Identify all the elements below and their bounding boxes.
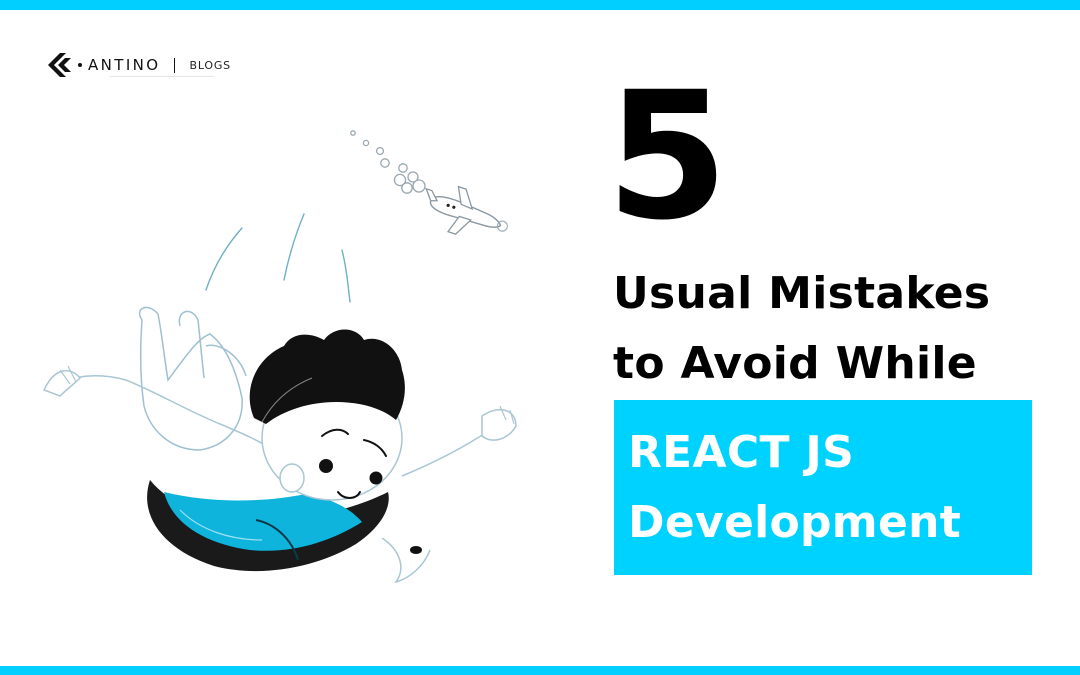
highlight-line-1: REACT JS <box>628 427 855 478</box>
bottom-accent-bar <box>0 666 1080 675</box>
headline-line-1: Usual Mistakes <box>613 268 991 319</box>
top-accent-bar <box>0 0 1080 10</box>
right-arm <box>401 429 491 477</box>
skydiving-character-illustration <box>42 130 517 584</box>
speed-lines <box>205 213 351 303</box>
headline-line-2: to Avoid While <box>613 338 977 389</box>
brand-name: ANTINO <box>88 56 161 74</box>
airplane-icon <box>425 185 508 235</box>
brand-header[interactable]: ANTINO BLOGS <box>48 52 231 78</box>
brand-separator <box>173 57 175 73</box>
brand-underline <box>110 76 214 77</box>
headline-number: 5 <box>606 54 729 259</box>
leg <box>381 537 431 584</box>
shoe <box>410 546 422 554</box>
brand-dot <box>78 63 82 67</box>
highlight-line-2: Development <box>628 497 962 548</box>
character-head <box>249 329 405 501</box>
antino-k-icon <box>48 53 71 77</box>
brand-tag: BLOGS <box>189 58 231 72</box>
highlight-box: REACT JS Development <box>614 400 1032 575</box>
cloud-trail-icon <box>350 130 426 194</box>
